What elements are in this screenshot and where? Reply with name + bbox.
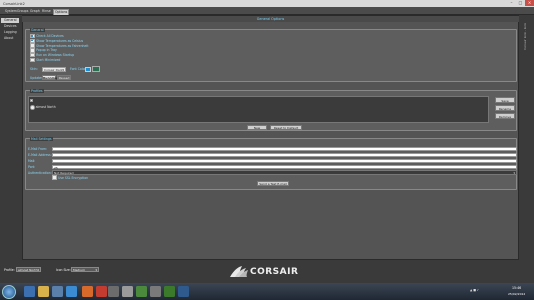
sidebar-item-logging[interactable]: Logging bbox=[1, 30, 19, 35]
menu-bar: System Groups Graph Rinse Options bbox=[0, 7, 534, 16]
right-side-strip: Corsair Link - Link bbox=[520, 15, 534, 260]
chevron-down-icon: ▾ bbox=[37, 268, 39, 272]
authentication-select[interactable]: Not Required ▾ bbox=[52, 170, 517, 175]
fahrenheit-checkbox[interactable]: Show Temperatures as Fahrenheit bbox=[30, 43, 89, 48]
clock-time[interactable]: 15:46 bbox=[512, 286, 521, 290]
checkbox-label: Popup in Tray bbox=[36, 48, 57, 53]
skin-label: Skin: bbox=[30, 67, 38, 71]
corsair-logo: CORSAIR bbox=[228, 263, 308, 280]
explorer-icon[interactable] bbox=[38, 285, 49, 297]
chevron-down-icon: ▾ bbox=[513, 171, 515, 175]
app-icon-m[interactable] bbox=[108, 285, 119, 297]
profile-select-value: almost North bbox=[18, 268, 38, 272]
mail-settings-panel: Mail Settings E-Mail From: E-Mail Addres… bbox=[25, 136, 517, 190]
side-strip-label: Corsair Link - Link bbox=[523, 23, 527, 50]
clock-date[interactable]: 25/02/2012 bbox=[508, 292, 525, 296]
tab-graph[interactable]: Graph bbox=[29, 9, 41, 15]
port-field[interactable]: 25 bbox=[52, 164, 517, 170]
popup-in-tray-checkbox[interactable]: Popup in Tray bbox=[30, 48, 57, 53]
icon-size-select[interactable]: Medium ▾ bbox=[71, 267, 99, 272]
app-icon-red[interactable] bbox=[96, 285, 107, 297]
skin-select-value: Corsair Dark bbox=[44, 67, 63, 72]
firefox-icon[interactable] bbox=[82, 285, 93, 297]
chevron-down-icon: ▾ bbox=[62, 67, 64, 72]
sidebar-item-general[interactable]: General bbox=[1, 18, 19, 23]
taskbar: ▲ ■ ♪ 15:46 25/02/2012 bbox=[0, 283, 534, 300]
checkbox-label: Show Temperatures as Fahrenheit bbox=[36, 43, 89, 48]
sidebar-item-devices[interactable]: Devices bbox=[1, 24, 19, 29]
maximize-icon[interactable]: □ bbox=[516, 0, 525, 6]
port-label: Port: bbox=[28, 165, 36, 169]
tab-groups[interactable]: Groups bbox=[16, 9, 29, 15]
sidebar-item-about[interactable]: About bbox=[1, 36, 19, 41]
options-sidebar: General Devices Logging About bbox=[0, 15, 21, 260]
app-icon-blue[interactable] bbox=[178, 285, 189, 297]
general-panel-title: General bbox=[30, 27, 45, 32]
reset-to-default-button[interactable]: Reset to Default bbox=[270, 124, 302, 130]
email-address-field[interactable] bbox=[52, 152, 517, 157]
checkbox-label: Use SSL Encryption bbox=[58, 175, 89, 180]
check-all-devices-checkbox[interactable]: Check All Devices bbox=[30, 33, 64, 39]
use-ssl-checkbox[interactable]: Use SSL Encryption bbox=[52, 175, 89, 180]
profiles-list[interactable]: almost North bbox=[28, 96, 489, 123]
send-test-email-button[interactable]: Send a Test E-mail bbox=[257, 181, 289, 186]
profile-name: almost North bbox=[35, 105, 56, 110]
general-panel: General Check All Devices Show Temperatu… bbox=[25, 27, 517, 82]
checkbox-label: Check All Devices bbox=[36, 34, 64, 38]
minimize-icon[interactable]: – bbox=[507, 0, 516, 6]
profiles-panel: Profiles almost North Save Rename Remove… bbox=[25, 88, 517, 131]
checkbox-label: Show Temperatures as Celsius bbox=[36, 38, 84, 43]
profiles-panel-title: Profiles bbox=[30, 88, 44, 93]
page-title: General Options bbox=[22, 16, 519, 22]
chevron-down-icon: ▾ bbox=[95, 268, 97, 272]
profile-add-icon[interactable] bbox=[30, 98, 33, 102]
mail-server-field[interactable] bbox=[52, 158, 517, 163]
profile-select[interactable]: almost North ▾ bbox=[16, 267, 41, 272]
updates-paused-button[interactable]: Paused bbox=[57, 75, 71, 80]
run-on-startup-checkbox[interactable]: Run on Windows Startup bbox=[30, 52, 75, 58]
mail-address-label: E-Mail Address: bbox=[28, 153, 52, 157]
checkbox-box[interactable] bbox=[30, 57, 35, 63]
icon-size-value: Medium bbox=[73, 268, 85, 272]
tab-rinse[interactable]: Rinse bbox=[41, 9, 52, 15]
email-from-field[interactable] bbox=[52, 146, 517, 151]
save-button[interactable]: Save bbox=[495, 97, 515, 103]
corsair-link-taskbar-icon[interactable] bbox=[150, 285, 161, 297]
system-tray[interactable]: ▲ ■ ♪ bbox=[470, 288, 510, 294]
new-profile-button[interactable]: New bbox=[247, 124, 267, 130]
color-picker-icon[interactable] bbox=[92, 65, 100, 72]
authentication-value: Not Required bbox=[54, 171, 74, 175]
start-button[interactable] bbox=[2, 284, 16, 299]
mail-from-label: E-Mail From: bbox=[28, 147, 48, 151]
app-icon-gray[interactable] bbox=[122, 285, 133, 297]
authentication-label: Authentication: bbox=[28, 170, 52, 175]
skin-select[interactable]: Corsair Dark ▾ bbox=[42, 66, 66, 72]
close-icon[interactable]: × bbox=[525, 0, 534, 6]
list-item[interactable]: almost North bbox=[30, 105, 56, 110]
icon-size-label: Icon Size: bbox=[56, 268, 71, 272]
radio-icon[interactable] bbox=[30, 105, 35, 110]
checkbox-label: Start Minimized bbox=[36, 58, 61, 62]
mail-panel-title: Mail Settings bbox=[30, 136, 53, 141]
window-titlebar: CorsairLink2 – □ × bbox=[0, 0, 534, 7]
skype-icon[interactable] bbox=[66, 285, 77, 297]
font-color-swatch[interactable] bbox=[85, 66, 91, 72]
checkbox-label: Run on Windows Startup bbox=[36, 53, 75, 58]
start-minimized-checkbox[interactable]: Start Minimized bbox=[30, 57, 61, 63]
updates-running-button[interactable]: Running bbox=[42, 75, 57, 80]
checkbox-box[interactable] bbox=[52, 175, 57, 180]
ie-icon[interactable] bbox=[24, 285, 35, 297]
celsius-checkbox[interactable]: Show Temperatures as Celsius bbox=[30, 38, 84, 44]
media-player-icon[interactable] bbox=[52, 285, 63, 297]
mail-server-label: Mail: bbox=[28, 159, 36, 163]
rename-button[interactable]: Rename bbox=[495, 105, 515, 111]
remove-button[interactable]: Remove bbox=[495, 113, 515, 119]
app-icon-dark-green[interactable] bbox=[164, 285, 175, 297]
profile-label: Profile: bbox=[4, 268, 15, 272]
window-title: CorsairLink2 bbox=[3, 1, 25, 6]
brand-wordmark: CORSAIR bbox=[250, 267, 299, 277]
app-icon-green[interactable] bbox=[136, 285, 147, 297]
